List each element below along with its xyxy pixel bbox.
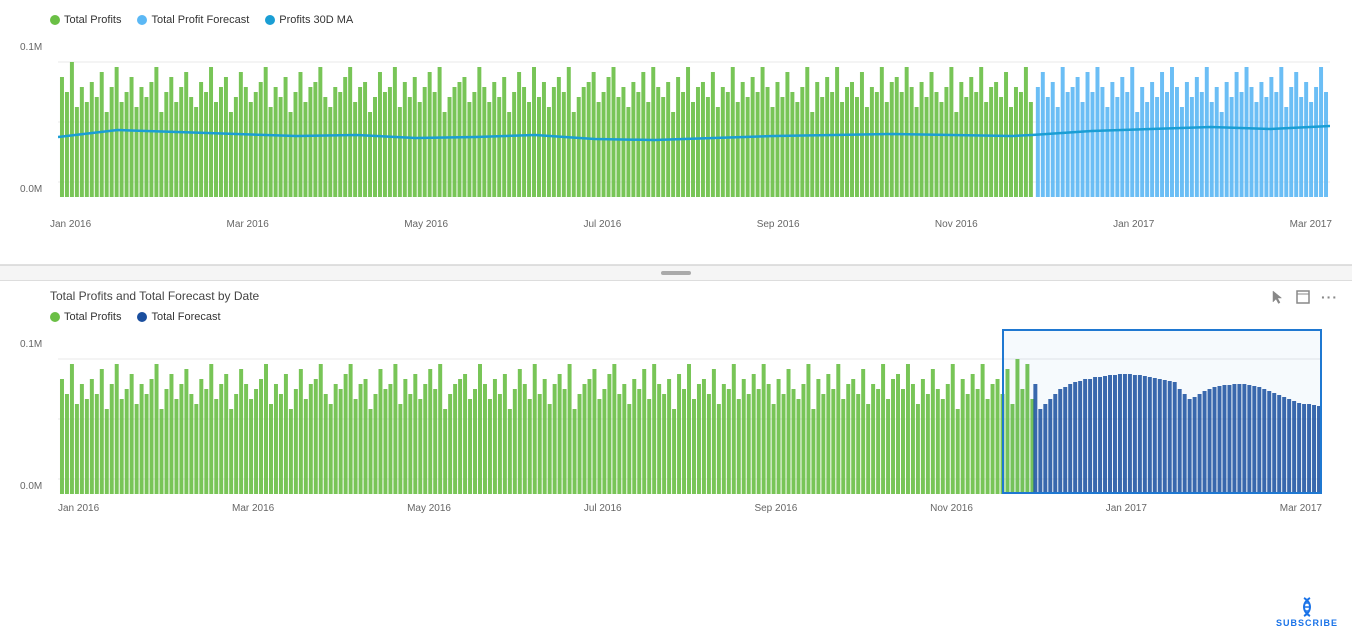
dna-icon: [1296, 596, 1318, 618]
top-chart-y-top: 0.1M: [20, 42, 42, 53]
bottom-chart-title: Total Profits and Total Forecast by Date: [10, 289, 1342, 303]
x-label-jul-2016: Jul 2016: [584, 219, 622, 230]
bottom-x-jul-2016: Jul 2016: [584, 503, 622, 514]
x-label-mar-2016: Mar 2016: [227, 219, 269, 230]
legend-dot-ma: [265, 15, 275, 25]
more-options-button[interactable]: ···: [1321, 289, 1338, 305]
top-chart-x-axis: Jan 2016 Mar 2016 May 2016 Jul 2016 Sep …: [50, 217, 1332, 230]
cursor-icon: [1269, 289, 1285, 305]
bottom-x-mar-2017: Mar 2017: [1280, 503, 1322, 514]
bottom-chart-y-top: 0.1M: [20, 339, 42, 350]
legend-profits-30d-ma: Profits 30D MA: [265, 14, 353, 26]
bottom-x-nov-2016: Nov 2016: [930, 503, 973, 514]
legend-bottom-forecast: Total Forecast: [137, 311, 220, 323]
top-chart-svg: >: [58, 32, 1330, 217]
legend-dot-profits: [50, 15, 60, 25]
bottom-x-may-2016: May 2016: [407, 503, 451, 514]
chart-toolbar: ···: [1269, 289, 1338, 305]
subscribe-label[interactable]: SUBSCRIBE: [1276, 618, 1338, 628]
legend-total-profit-forecast: Total Profit Forecast: [137, 14, 249, 26]
x-label-nov-2016: Nov 2016: [935, 219, 978, 230]
legend-bottom-profits: Total Profits: [50, 311, 121, 323]
subscribe-section[interactable]: SUBSCRIBE: [1276, 596, 1338, 628]
legend-dot-bottom-profits: [50, 312, 60, 322]
bottom-chart-x-axis: Jan 2016 Mar 2016 May 2016 Jul 2016 Sep …: [58, 501, 1322, 514]
x-label-sep-2016: Sep 2016: [757, 219, 800, 230]
legend-label-bottom-profits: Total Profits: [64, 311, 121, 323]
legend-dot-forecast: [137, 15, 147, 25]
x-label-mar-2017: Mar 2017: [1290, 219, 1332, 230]
x-label-jan-2017: Jan 2017: [1113, 219, 1154, 230]
main-container: Total Profits Total Profit Forecast Prof…: [0, 0, 1352, 636]
bottom-chart-svg: [58, 329, 1322, 514]
top-chart-y-bottom: 0.0M: [20, 184, 42, 195]
bottom-x-mar-2016: Mar 2016: [232, 503, 274, 514]
bottom-x-jan-2016: Jan 2016: [58, 503, 99, 514]
bottom-x-jan-2017: Jan 2017: [1106, 503, 1147, 514]
legend-label-profits: Total Profits: [64, 14, 121, 26]
expand-icon[interactable]: [1295, 289, 1311, 305]
legend-label-ma: Profits 30D MA: [279, 14, 353, 26]
bottom-chart-y-bottom: 0.0M: [20, 481, 42, 492]
top-chart-legend: Total Profits Total Profit Forecast Prof…: [10, 10, 1342, 32]
top-chart: Total Profits Total Profit Forecast Prof…: [0, 0, 1352, 265]
legend-dot-bottom-forecast: [137, 312, 147, 322]
chart-divider[interactable]: [0, 265, 1352, 281]
x-label-may-2016: May 2016: [404, 219, 448, 230]
x-label-jan-2016: Jan 2016: [50, 219, 91, 230]
bottom-chart-legend: Total Profits Total Forecast: [10, 307, 1342, 329]
legend-label-bottom-forecast: Total Forecast: [151, 311, 220, 323]
bottom-chart: ··· Total Profits and Total Forecast by …: [0, 281, 1352, 636]
divider-handle: [661, 271, 691, 275]
legend-total-profits: Total Profits: [50, 14, 121, 26]
bottom-x-sep-2016: Sep 2016: [754, 503, 797, 514]
legend-label-forecast: Total Profit Forecast: [151, 14, 249, 26]
